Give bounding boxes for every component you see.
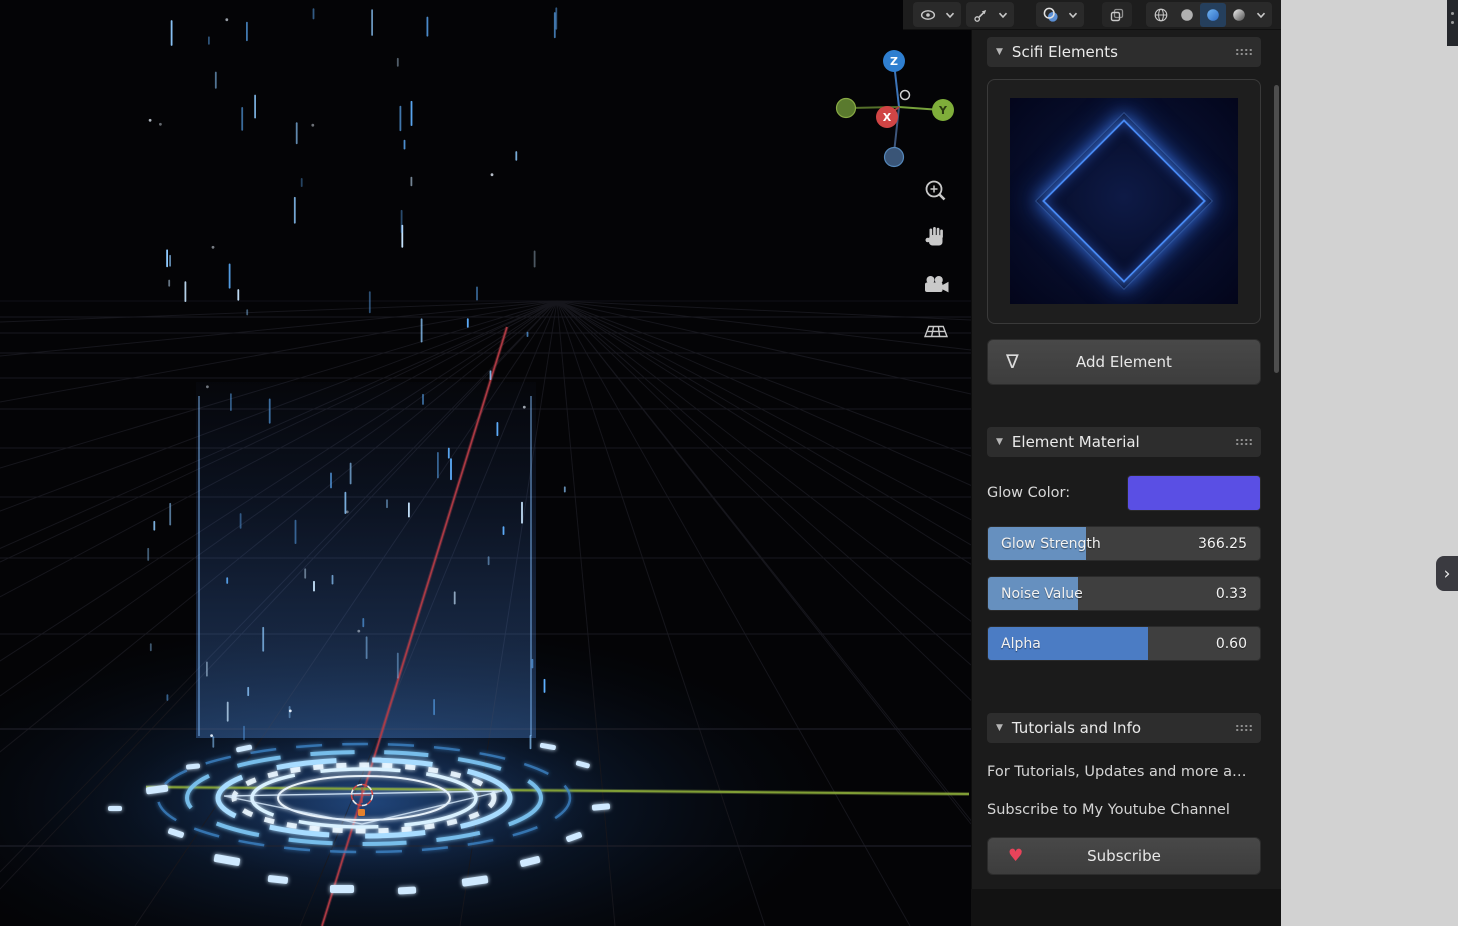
panel-grip-icon[interactable] <box>1235 724 1252 732</box>
panel-title: Tutorials and Info <box>1012 719 1141 737</box>
wireframe-shading-icon[interactable] <box>1148 3 1174 27</box>
noise-value-slider[interactable]: Noise Value 0.33 <box>987 576 1261 611</box>
add-element-label: Add Element <box>1076 353 1172 371</box>
shading-mode-group <box>1146 2 1272 27</box>
hologram-beam[interactable] <box>196 382 536 738</box>
object-visibility-chevron-icon[interactable] <box>941 3 959 27</box>
slider-value: 0.60 <box>1216 636 1247 652</box>
panel-header-scifi-elements[interactable]: ▼ Scifi Elements <box>987 37 1261 67</box>
solid-shading-icon[interactable] <box>1174 3 1200 27</box>
panel-grip-icon[interactable] <box>1235 48 1252 56</box>
add-element-button[interactable]: ∇ Add Element <box>987 339 1261 385</box>
tutorials-info-line-2: Subscribe to My Youtube Channel <box>987 799 1261 821</box>
toggle-xray-group <box>1102 2 1132 27</box>
panel-title: Scifi Elements <box>1012 43 1118 61</box>
alpha-slider[interactable]: Alpha 0.60 <box>987 626 1261 661</box>
panel-header-element-material[interactable]: ▼ Element Material <box>987 427 1261 457</box>
gizmo-axis-y-negative[interactable] <box>837 99 856 118</box>
slider-label: Glow Strength <box>1001 536 1101 552</box>
heart-icon: ♥ <box>1008 848 1023 865</box>
show-overlays-chevron-icon[interactable] <box>1064 3 1082 27</box>
show-overlays-group <box>1036 2 1084 27</box>
glow-strength-slider[interactable]: Glow Strength 366.25 <box>987 526 1261 561</box>
slider-value: 0.33 <box>1216 586 1247 602</box>
show-overlays-icon[interactable] <box>1038 3 1064 27</box>
gizmo-axis-z-negative[interactable] <box>885 148 904 167</box>
sidebar-scrollbar[interactable] <box>1274 85 1279 373</box>
viewport-header <box>903 0 1281 30</box>
glow-color-label: Glow Color: <box>987 485 1070 501</box>
toggle-xray-icon[interactable] <box>1104 3 1130 27</box>
svg-text:X: X <box>883 111 892 124</box>
panel-title: Element Material <box>1012 433 1140 451</box>
scrollbar-grip-dots <box>1451 12 1454 15</box>
viewport-3d[interactable]: Z Y X <box>0 0 971 926</box>
subscribe-label: Subscribe <box>1087 847 1161 865</box>
blender-window: Z Y X <box>0 0 1458 926</box>
slider-label: Alpha <box>1001 636 1041 652</box>
slider-label: Noise Value <box>1001 586 1083 602</box>
object-origin-dot <box>358 809 365 816</box>
element-preview-frame <box>987 79 1261 324</box>
material-preview-shading-icon[interactable] <box>1200 3 1226 27</box>
show-gizmos-chevron-icon[interactable] <box>994 3 1012 27</box>
chevron-right-icon: › <box>1444 564 1451 584</box>
panel-grip-icon[interactable] <box>1235 438 1252 446</box>
glow-color-swatch[interactable] <box>1127 475 1261 511</box>
outside-area: › <box>1281 0 1458 926</box>
rendered-shading-icon[interactable] <box>1226 3 1252 27</box>
svg-text:Z: Z <box>890 55 898 68</box>
window-scrollbar-fragment[interactable] <box>1447 0 1458 46</box>
collapse-triangle-icon[interactable]: ▼ <box>996 437 1003 447</box>
slider-value: 366.25 <box>1198 536 1247 552</box>
show-gizmos-group <box>966 2 1014 27</box>
object-visibility-group <box>913 2 961 27</box>
subscribe-button[interactable]: ♥ Subscribe <box>987 837 1261 875</box>
preview-diamond <box>1042 119 1206 283</box>
panel-header-tutorials-info[interactable]: ▼ Tutorials and Info <box>987 713 1261 743</box>
svg-text:Y: Y <box>938 104 948 117</box>
expand-arrow-button[interactable]: › <box>1436 556 1458 591</box>
gizmo-axis-y[interactable]: Y <box>932 99 954 121</box>
collapse-triangle-icon[interactable]: ▼ <box>996 723 1003 733</box>
object-visibility-eye-icon[interactable] <box>915 3 941 27</box>
gizmo-axis-x[interactable]: X <box>876 106 898 128</box>
nabla-icon: ∇ <box>1006 353 1019 372</box>
element-preview-image[interactable] <box>1010 98 1238 304</box>
gizmo-axis-z[interactable]: Z <box>883 50 905 72</box>
shading-chevron-icon[interactable] <box>1252 3 1270 27</box>
tutorials-info-line-1: For Tutorials, Updates and more a… <box>987 761 1261 783</box>
sidebar-panel: ▼ Scifi Elements ∇ Add Element ▼ Element… <box>971 30 1281 889</box>
sidebar-bottom-strip <box>971 889 1281 926</box>
collapse-triangle-icon[interactable]: ▼ <box>996 47 1003 57</box>
show-gizmos-icon[interactable] <box>968 3 994 27</box>
